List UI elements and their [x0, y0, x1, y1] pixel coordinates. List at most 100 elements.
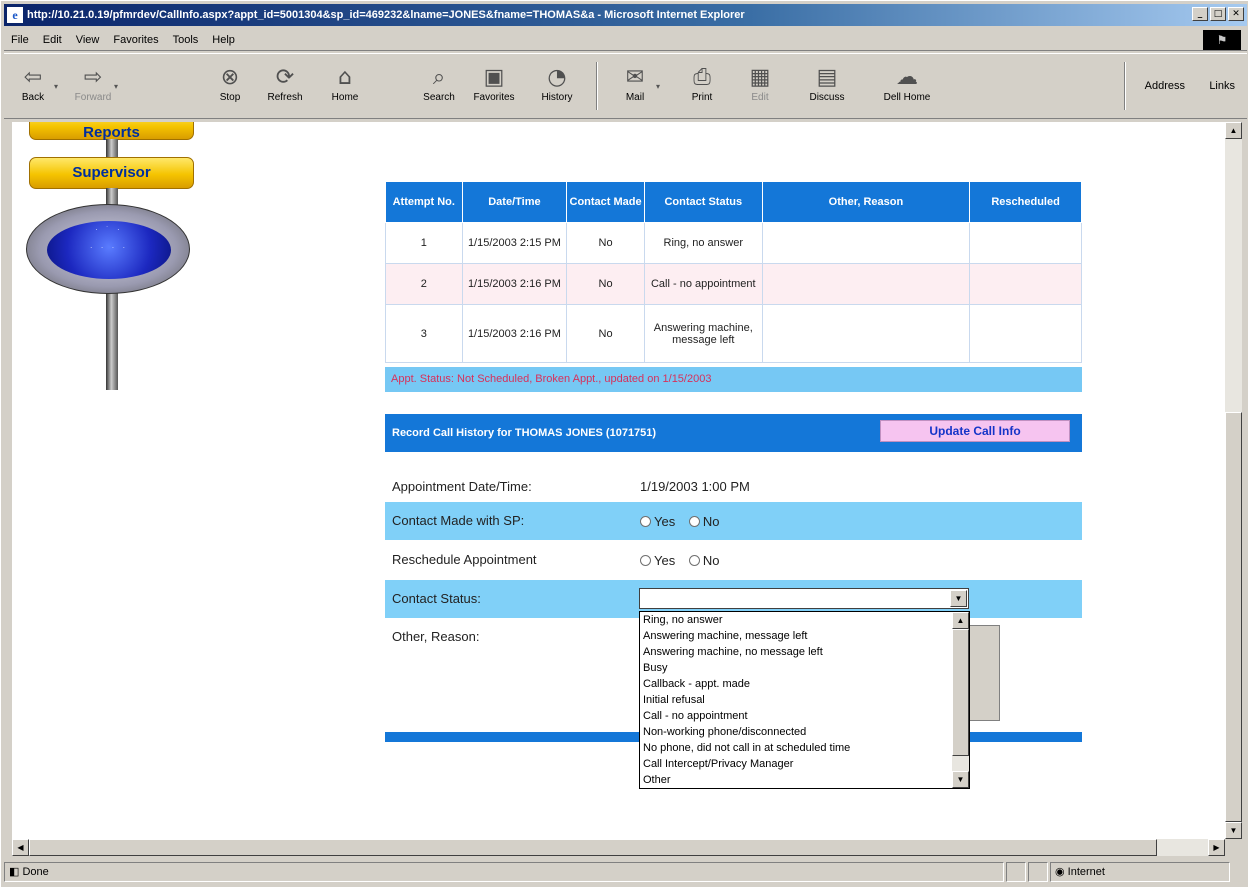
menu-tools[interactable]: Tools [166, 34, 206, 46]
menu-favorites[interactable]: Favorites [106, 34, 165, 46]
dell-home-button[interactable]: ☁ Dell Home [877, 64, 937, 103]
search-icon: ⌕ [432, 65, 446, 90]
scroll-up-icon[interactable]: ▲ [952, 612, 969, 629]
address-label[interactable]: Address [1145, 80, 1185, 92]
cell [969, 263, 1082, 305]
horizontal-scrollbar[interactable]: ◀ ▶ [12, 839, 1225, 856]
dropdown-option[interactable]: Call - no appointment [640, 708, 951, 724]
dropdown-option[interactable]: No phone, did not call in at scheduled t… [640, 740, 951, 756]
reports-button[interactable]: Reports [29, 122, 194, 141]
record-call-history-header: Record Call History for THOMAS JONES (10… [385, 414, 1082, 452]
table-row: 3 1/15/2003 2:16 PM No Answering machine… [385, 304, 1082, 363]
dropdown-scrollbar[interactable]: ▲ ▼ [952, 612, 969, 788]
menu-edit[interactable]: Edit [36, 34, 69, 46]
discuss-button[interactable]: ▤ Discuss [804, 64, 850, 103]
close-button[interactable]: ✕ [1228, 7, 1244, 21]
dropdown-option[interactable]: Answering machine, message left [640, 628, 951, 644]
history-icon: ◔ [547, 65, 567, 90]
dropdown-arrow-icon[interactable]: ▼ [950, 590, 967, 607]
dropdown-option[interactable]: Busy [640, 660, 951, 676]
appointment-row: Appointment Date/Time: 1/19/2003 1:00 PM [385, 468, 1082, 506]
reschedule-yes-radio[interactable] [640, 555, 651, 567]
edit-icon: ▦ [749, 65, 771, 90]
toolbar: ⇦ Back ▾ ⇨ Forward ▾ ⊗ Stop ⟳ Refresh ⌂ Home ⌕ S… [4, 53, 1247, 119]
cell: 2 [385, 263, 463, 305]
table-row: 1 1/15/2003 2:15 PM No Ring, no answer [385, 222, 1082, 264]
dropdown-option[interactable]: Other [640, 772, 951, 788]
back-button[interactable]: ⇦ Back ▾ [10, 64, 58, 103]
no-label: No [702, 514, 720, 530]
other-reason-textarea[interactable] [968, 625, 1000, 721]
col-contact-status: Contact Status [643, 181, 763, 223]
scroll-down-icon[interactable]: ▼ [952, 771, 969, 788]
print-label: Print [691, 92, 713, 103]
minimize-button[interactable]: _ [1192, 7, 1208, 21]
cell [761, 304, 971, 363]
dell-home-label: Dell Home [883, 92, 931, 103]
contact-status-select[interactable]: ▼ [639, 588, 969, 609]
reschedule-no-radio[interactable] [688, 555, 700, 567]
reschedule-options: Yes No [640, 552, 729, 568]
vertical-scrollbar[interactable]: ▲ ▼ [1225, 122, 1242, 839]
yes-label: Yes [654, 514, 676, 530]
edit-button[interactable]: ▦ Edit [737, 64, 783, 103]
history-label: History [541, 92, 573, 103]
mail-label: Mail [625, 92, 645, 103]
back-label: Back [21, 92, 45, 103]
dropdown-option[interactable]: Answering machine, no message left [640, 644, 951, 660]
home-label: Home [331, 92, 359, 103]
search-button[interactable]: ⌕ Search [416, 64, 462, 103]
dropdown-scroll-thumb[interactable] [952, 629, 969, 756]
stop-icon: ⊗ [220, 65, 240, 90]
print-button[interactable]: ⎙ Print [679, 64, 725, 103]
sidebar-pole [106, 139, 118, 159]
scroll-right-icon[interactable]: ▶ [1208, 839, 1225, 856]
dropdown-option[interactable]: Ring, no answer [640, 612, 951, 628]
globe-logo: · ˙ · · · · · [26, 204, 190, 294]
dropdown-option[interactable]: Callback - appt. made [640, 676, 951, 692]
stop-button[interactable]: ⊗ Stop [207, 64, 253, 103]
attempts-table: Attempt No. Date/Time Contact Made Conta… [385, 181, 1082, 363]
col-date-time: Date/Time [461, 181, 568, 223]
menu-view[interactable]: View [69, 34, 107, 46]
mail-button[interactable]: ✉ Mail ▾ [612, 64, 660, 103]
windows-flag-icon: ⚑ [1203, 30, 1241, 50]
horizontal-scroll-thumb[interactable] [29, 839, 1157, 856]
status-text: Done [22, 866, 49, 878]
contact-status-label: Contact Status: [392, 591, 481, 606]
back-arrow-icon: ⇦ [23, 65, 43, 90]
menu-file[interactable]: File [4, 34, 36, 46]
forward-label: Forward [74, 92, 112, 103]
contact-made-options: Yes No [640, 513, 729, 529]
appointment-value: 1/19/2003 1:00 PM [640, 479, 750, 494]
cell: 1/15/2003 2:15 PM [461, 222, 568, 264]
update-call-info-button[interactable]: Update Call Info [880, 420, 1070, 442]
appt-status-text: Appt. Status: Not Scheduled, Broken Appt… [385, 367, 1082, 392]
maximize-button[interactable]: □ [1210, 7, 1226, 21]
menu-bar: File Edit View Favorites Tools Help ⚑ [4, 29, 1247, 51]
dropdown-option[interactable]: Initial refusal [640, 692, 951, 708]
contact-made-yes-radio[interactable] [640, 516, 651, 528]
refresh-button[interactable]: ⟳ Refresh [262, 64, 308, 103]
favorites-button[interactable]: ▣ Favorites [471, 64, 517, 103]
supervisor-button[interactable]: Supervisor [29, 157, 194, 189]
history-button[interactable]: ◔ History [534, 64, 580, 103]
reschedule-row: Reschedule Appointment Yes No [385, 541, 1082, 579]
contact-made-row: Contact Made with SP: Yes No [385, 502, 1082, 540]
page-done-icon: ◧ [9, 866, 23, 878]
menu-help[interactable]: Help [205, 34, 242, 46]
scroll-left-icon[interactable]: ◀ [12, 839, 29, 856]
home-button[interactable]: ⌂ Home [322, 64, 368, 103]
dropdown-option[interactable]: Call Intercept/Privacy Manager [640, 756, 951, 772]
mail-icon: ✉ [625, 65, 645, 90]
scroll-down-icon[interactable]: ▼ [1225, 822, 1242, 839]
cell [969, 222, 1082, 264]
vertical-scroll-thumb[interactable] [1225, 412, 1242, 822]
contact-made-no-radio[interactable] [688, 516, 700, 528]
dropdown-option[interactable]: Non-working phone/disconnected [640, 724, 951, 740]
links-label[interactable]: Links [1209, 80, 1235, 92]
other-reason-label: Other, Reason: [392, 629, 480, 644]
edit-label: Edit [751, 92, 769, 103]
forward-button[interactable]: ⇨ Forward ▾ [70, 64, 118, 103]
scroll-up-icon[interactable]: ▲ [1225, 122, 1242, 139]
